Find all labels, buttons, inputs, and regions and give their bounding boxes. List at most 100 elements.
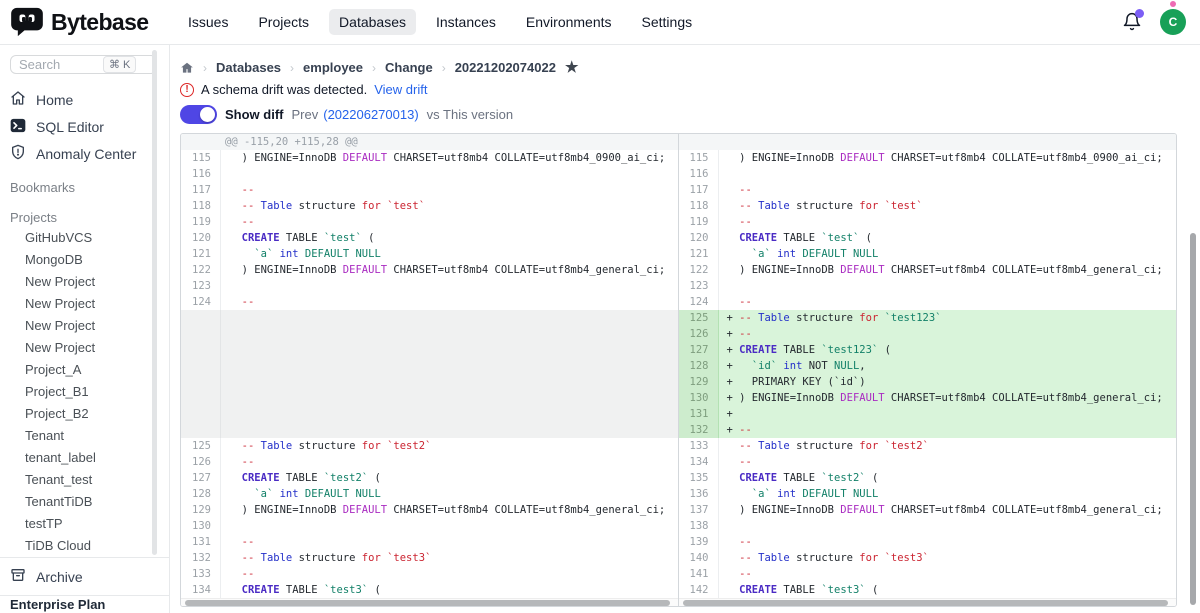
scrollbar-thumb[interactable]	[683, 600, 1169, 606]
prev-version-link[interactable]: (202206270013)	[323, 107, 418, 122]
sidebar-project-item[interactable]: New Project	[0, 293, 169, 315]
diff-line: 142 CREATE TABLE `test3` (	[679, 582, 1177, 598]
sidebar: ⌘ K Home SQL Editor	[0, 45, 170, 613]
diff-line-added: 129+ PRIMARY KEY (`id`)	[679, 374, 1177, 390]
diff-line: 120 CREATE TABLE `test` (	[181, 230, 678, 246]
diff-pane-current: 115 ) ENGINE=InnoDB DEFAULT CHARSET=utf8…	[679, 134, 1177, 606]
presence-dot	[1170, 1, 1176, 7]
breadcrumb-employee[interactable]: employee	[303, 60, 363, 75]
archive-icon	[10, 567, 26, 586]
diff-line: 121 `a` int DEFAULT NULL	[181, 246, 678, 262]
sidebar-project-item[interactable]: Project_B1	[0, 381, 169, 403]
diff-line: 135 CREATE TABLE `test2` (	[679, 470, 1177, 486]
code-line: `a` int DEFAULT NULL	[719, 486, 1177, 502]
line-number: 140	[679, 550, 719, 566]
sidebar-project-item[interactable]: Tenant	[0, 425, 169, 447]
sidebar-project-item[interactable]: testTP	[0, 513, 169, 535]
nav-item-issues[interactable]: Issues	[178, 9, 238, 35]
archive-block: Archive	[0, 557, 169, 595]
sidebar-project-item[interactable]: Tenant_test	[0, 469, 169, 491]
sidebar-item-label: Archive	[36, 569, 83, 585]
sidebar-project-item[interactable]: TiDB Cloud	[0, 535, 169, 557]
notifications-button[interactable]	[1122, 12, 1142, 32]
sidebar-project-item[interactable]: Project_B2	[0, 403, 169, 425]
show-diff-toggle[interactable]	[180, 105, 217, 124]
diff-line: 128 `a` int DEFAULT NULL	[181, 486, 678, 502]
diff-line: 116	[679, 166, 1177, 182]
projects-section-label: Projects	[10, 210, 169, 225]
nav-item-settings[interactable]: Settings	[632, 9, 703, 35]
diff-line: 133 -- Table structure for `test2`	[679, 438, 1177, 454]
sidebar-scrollbar[interactable]	[152, 50, 157, 555]
bytebase-logo[interactable]: Bytebase	[0, 7, 178, 37]
line-number: 131	[181, 534, 221, 550]
sidebar-project-item[interactable]: New Project	[0, 271, 169, 293]
bytebase-logo-icon	[10, 7, 44, 37]
sidebar-item-home[interactable]: Home	[0, 86, 169, 113]
nav-item-environments[interactable]: Environments	[516, 9, 622, 35]
nav-item-instances[interactable]: Instances	[426, 9, 506, 35]
code-line: + --	[719, 422, 1177, 438]
bookmarks-section-label: Bookmarks	[10, 180, 169, 195]
nav-item-projects[interactable]: Projects	[248, 9, 319, 35]
sidebar-item-archive[interactable]: Archive	[0, 563, 169, 590]
navbar-right: C	[1122, 9, 1200, 35]
sidebar-project-item[interactable]: Project_A	[0, 359, 169, 381]
line-number: 129	[181, 502, 221, 518]
diff-line-added: 132+ --	[679, 422, 1177, 438]
breadcrumb-home-icon[interactable]	[180, 61, 194, 75]
diff-line: 126 --	[181, 454, 678, 470]
sidebar-item-sql-editor[interactable]: SQL Editor	[0, 113, 169, 140]
avatar[interactable]: C	[1160, 9, 1186, 35]
breadcrumb-version[interactable]: 20221202074022	[455, 60, 556, 75]
line-number: 134	[679, 454, 719, 470]
nav-item-databases[interactable]: Databases	[329, 9, 416, 35]
sidebar-project-item[interactable]: New Project	[0, 315, 169, 337]
horizontal-scrollbar-left[interactable]	[181, 598, 678, 606]
diff-line: 116	[181, 166, 678, 182]
home-icon	[10, 90, 26, 109]
sidebar-project-item[interactable]: TenantTiDB	[0, 491, 169, 513]
diff-line: 131 --	[181, 534, 678, 550]
sidebar-project-item[interactable]: New Project	[0, 337, 169, 359]
search-shortcut-kbd: ⌘ K	[103, 56, 136, 73]
scrollbar-thumb[interactable]	[185, 600, 670, 606]
bookmark-star-icon[interactable]: ★	[565, 60, 578, 75]
search-input[interactable]	[19, 57, 99, 72]
diff-rows-left: @@ -115,20 +115,28 @@115 ) ENGINE=InnoDB…	[181, 134, 678, 598]
line-number: 122	[181, 262, 221, 278]
line-number: 133	[181, 566, 221, 582]
diff-line-added: 126+ --	[679, 326, 1177, 342]
sidebar-project-item[interactable]: tenant_label	[0, 447, 169, 469]
diff-line: 130	[181, 518, 678, 534]
horizontal-scrollbar-right[interactable]	[679, 598, 1177, 606]
line-number: 123	[181, 278, 221, 294]
sidebar-item-label: Home	[36, 92, 73, 108]
search-box[interactable]: ⌘ K	[10, 55, 157, 74]
diff-line: 137 ) ENGINE=InnoDB DEFAULT CHARSET=utf8…	[679, 502, 1177, 518]
view-drift-link[interactable]: View drift	[374, 82, 427, 97]
breadcrumb-change[interactable]: Change	[385, 60, 433, 75]
sidebar-nav: Home SQL Editor	[0, 86, 169, 167]
plan-badge[interactable]: Enterprise Plan	[0, 595, 169, 613]
line-number: 115	[679, 150, 719, 166]
sidebar-project-item[interactable]: MongoDB	[0, 249, 169, 271]
page-scrollbar[interactable]	[1190, 233, 1196, 605]
line-number: 126	[181, 454, 221, 470]
code-line: --	[719, 566, 1177, 582]
top-navbar: Bytebase Issues Projects Databases Instance…	[0, 0, 1200, 45]
breadcrumb-databases[interactable]: Databases	[216, 60, 281, 75]
sidebar-item-label: Anomaly Center	[36, 146, 136, 162]
sidebar-item-anomaly-center[interactable]: Anomaly Center	[0, 140, 169, 167]
sidebar-project-item[interactable]: GitHubVCS	[0, 227, 169, 249]
code-line: ) ENGINE=InnoDB DEFAULT CHARSET=utf8mb4 …	[221, 502, 678, 518]
code-line: --	[221, 534, 678, 550]
diff-line: 124 --	[679, 294, 1177, 310]
code-line: CREATE TABLE `test2` (	[719, 470, 1177, 486]
code-line: `a` int DEFAULT NULL	[221, 486, 678, 502]
code-line	[221, 166, 678, 182]
line-number: 128	[679, 358, 719, 374]
schema-drift-alert: ! A schema drift was detected. View drif…	[180, 82, 1177, 97]
line-number: 141	[679, 566, 719, 582]
code-line: + ) ENGINE=InnoDB DEFAULT CHARSET=utf8mb…	[719, 390, 1177, 406]
